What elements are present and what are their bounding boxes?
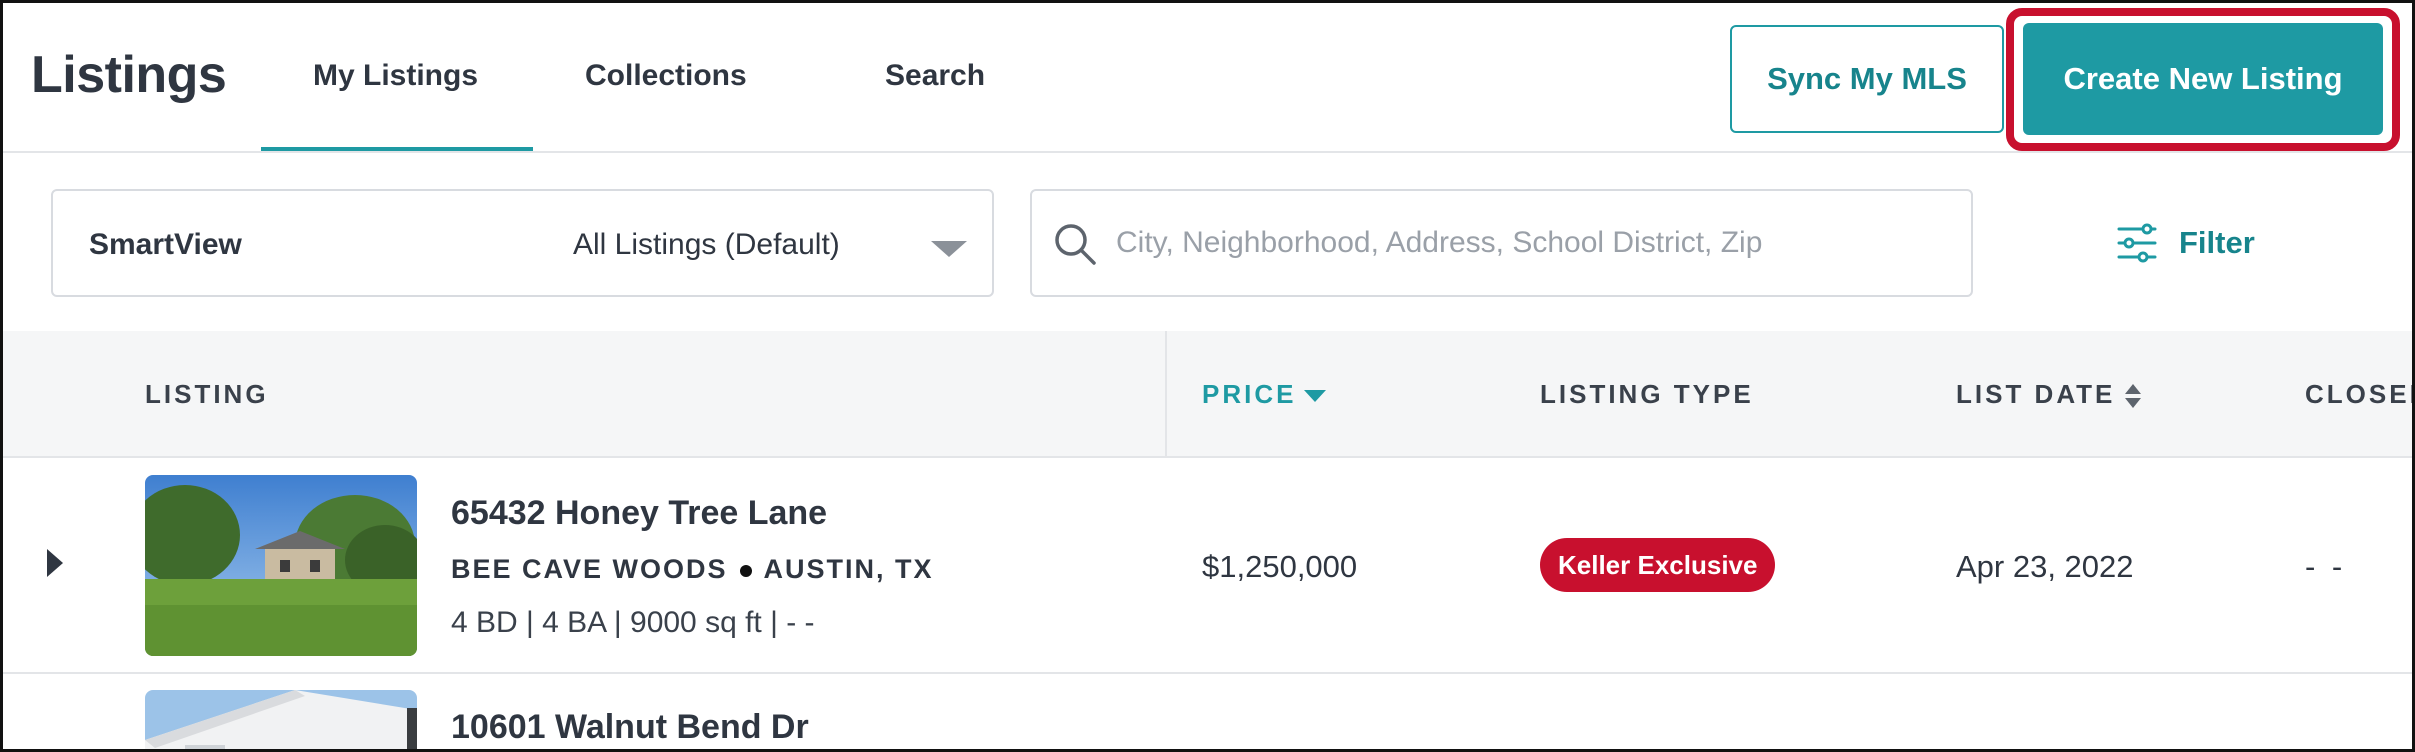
column-header-closed: CLOSED bbox=[2305, 379, 2412, 409]
sort-desc-icon bbox=[1304, 390, 1327, 403]
tab-collections[interactable]: Collections bbox=[585, 59, 747, 93]
listing-price: $1,250,000 bbox=[1202, 549, 1358, 584]
house-photo bbox=[145, 475, 417, 656]
column-header-list-date[interactable]: LIST DATE bbox=[1956, 379, 2143, 410]
house-photo bbox=[145, 690, 417, 749]
listing-city: AUSTIN, TX bbox=[763, 554, 934, 584]
filter-sliders-icon bbox=[2117, 223, 2157, 263]
toolbar: SmartView All Listings (Default) Filter bbox=[3, 153, 2412, 331]
listing-neighborhood: BEE CAVE WOODS bbox=[451, 554, 728, 584]
listing-location: BEE CAVE WOODS AUSTIN, TX bbox=[451, 554, 934, 585]
table-row[interactable]: 65432 Honey Tree Lane BEE CAVE WOODS AUST… bbox=[3, 458, 2412, 674]
smartview-label: SmartView bbox=[89, 228, 242, 261]
table-header: LISTING PRICE LISTING TYPE LIST DATE CLO… bbox=[3, 331, 2412, 458]
column-header-list-date-label: LIST DATE bbox=[1956, 379, 2116, 409]
smartview-value: All Listings (Default) bbox=[573, 228, 840, 261]
listing-specs: 4 BD | 4 BA | 9000 sq ft | - - bbox=[451, 606, 815, 639]
chevron-down-icon bbox=[931, 241, 967, 257]
sort-icon bbox=[2125, 384, 2142, 409]
listings-table: LISTING PRICE LISTING TYPE LIST DATE CLO… bbox=[3, 331, 2412, 749]
create-new-listing-button[interactable]: Create New Listing bbox=[2023, 23, 2383, 135]
filter-button[interactable]: Filter bbox=[2115, 213, 2255, 273]
listing-thumbnail[interactable] bbox=[145, 690, 417, 749]
search-box bbox=[1030, 189, 1973, 297]
filter-label: Filter bbox=[2179, 225, 2255, 260]
table-row[interactable]: 10601 Walnut Bend Dr bbox=[3, 674, 2412, 749]
listing-type-badge: Keller Exclusive bbox=[1540, 538, 1776, 592]
listing-thumbnail[interactable] bbox=[145, 475, 417, 656]
column-header-listing: LISTING bbox=[145, 379, 269, 409]
column-header-price[interactable]: PRICE bbox=[1202, 379, 1327, 410]
app-frame: Listings My Listings Collections Search … bbox=[0, 0, 2415, 752]
column-header-listing-type: LISTING TYPE bbox=[1540, 379, 1754, 409]
tab-my-listings[interactable]: My Listings bbox=[313, 59, 478, 93]
listing-address[interactable]: 10601 Walnut Bend Dr bbox=[451, 708, 809, 747]
search-icon bbox=[1055, 224, 1096, 265]
expand-arrow-icon[interactable] bbox=[47, 549, 63, 577]
top-header: Listings My Listings Collections Search … bbox=[3, 3, 2412, 153]
listing-address[interactable]: 65432 Honey Tree Lane bbox=[451, 494, 827, 533]
page-title: Listings bbox=[31, 46, 227, 104]
listing-closed: - - bbox=[2305, 549, 2347, 584]
tab-search[interactable]: Search bbox=[885, 59, 985, 93]
search-input[interactable] bbox=[1116, 215, 1936, 271]
smartview-select[interactable]: SmartView All Listings (Default) bbox=[51, 189, 994, 297]
separator-dot bbox=[739, 564, 752, 577]
active-tab-indicator bbox=[261, 147, 533, 151]
column-header-price-label: PRICE bbox=[1202, 379, 1297, 409]
listing-date: Apr 23, 2022 bbox=[1956, 549, 2134, 584]
sync-mls-button[interactable]: Sync My MLS bbox=[1730, 25, 2004, 133]
